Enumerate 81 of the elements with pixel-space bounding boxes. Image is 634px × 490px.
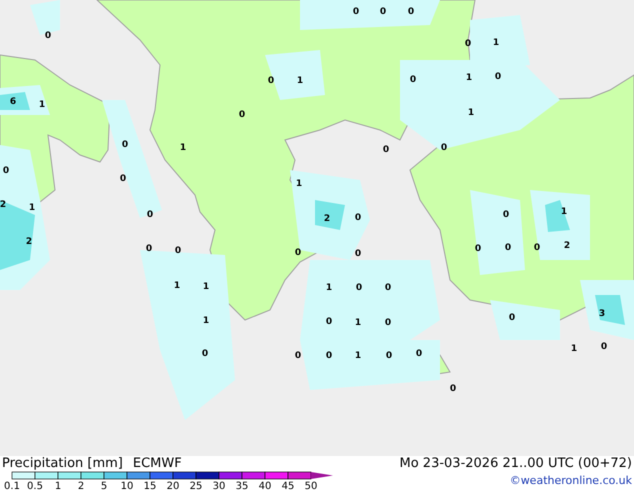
precip-value: 1 [180, 143, 186, 153]
valid-time: Mo 23-03-2026 21..00 UTC (00+72) [400, 456, 632, 471]
precip-value: 1 [202, 282, 210, 292]
precip-value: 0 [268, 76, 274, 86]
scale-label: 2 [78, 481, 84, 490]
precipitation-area [0, 92, 30, 110]
precip-value: 0 [354, 249, 362, 259]
precip-value: 1 [296, 179, 302, 189]
precip-value: 0 [120, 174, 126, 184]
precip-value: 1 [326, 283, 332, 293]
precip-value: 0 [502, 210, 510, 220]
precip-value: 1 [38, 100, 46, 110]
precip-value: 0 [202, 349, 208, 359]
precip-value: 0 [534, 243, 540, 253]
precip-value: 2 [0, 200, 6, 210]
precip-value: 0 [356, 283, 362, 293]
scale-label: 20 [166, 481, 180, 490]
precip-value: 0 [294, 351, 302, 361]
precip-value: 0 [326, 317, 332, 327]
precipitation-area [595, 295, 625, 325]
precip-value: 0 [494, 72, 502, 82]
precip-value: 2 [26, 237, 32, 247]
precip-value: 1 [560, 207, 568, 217]
precip-value: 1 [492, 38, 500, 48]
scale-label: 1 [54, 481, 62, 490]
scale-label: 50 [304, 481, 318, 490]
precip-value: 0 [326, 351, 332, 361]
precip-value: 0 [508, 313, 516, 323]
precip-value: 0 [504, 243, 512, 253]
precip-value: 0 [464, 39, 472, 49]
precip-value: 0 [474, 244, 482, 254]
precip-value: 0 [408, 7, 414, 17]
precip-value: 0 [384, 318, 392, 328]
scale-label: 40 [258, 481, 272, 490]
precip-value: 1 [466, 73, 472, 83]
precip-value: 0 [354, 213, 362, 223]
precip-value: 1 [354, 351, 362, 361]
precip-value: 1 [28, 203, 36, 213]
precip-value: 1 [468, 108, 474, 118]
precip-value: 1 [570, 344, 578, 354]
precip-value: 0 [416, 349, 422, 359]
precipitation-area [490, 300, 560, 340]
scale-label: 45 [282, 481, 294, 490]
precip-value: 0 [352, 7, 360, 17]
scale-label: 35 [236, 481, 248, 490]
scale-label: 0.5 [27, 481, 43, 490]
precip-value: 0 [146, 244, 152, 254]
precip-value: 1 [296, 76, 304, 86]
precip-value: 0 [440, 143, 448, 153]
scale-label: 10 [120, 481, 134, 490]
precip-value: 0 [146, 210, 154, 220]
scale-label: 25 [190, 481, 202, 490]
precip-value: 0 [380, 7, 386, 17]
precip-value: 2 [324, 214, 330, 224]
precip-value: 0 [450, 384, 456, 394]
precip-value: 3 [598, 309, 606, 319]
precip-value: 0 [44, 31, 52, 41]
precip-value: 1 [174, 281, 180, 291]
precipitation-area [0, 200, 35, 270]
precipitation-area [265, 50, 325, 100]
precip-value: 0 [122, 140, 128, 150]
model-name: ECMWF [132, 456, 182, 471]
precip-value: 1 [354, 318, 362, 328]
precip-value: 0 [386, 351, 392, 361]
precip-value: 6 [10, 97, 16, 107]
precip-value: 0 [600, 342, 608, 352]
precip-value: 2 [564, 241, 570, 251]
precip-value: 0 [382, 145, 390, 155]
precip-value: 0 [410, 75, 416, 85]
precip-value: 0 [174, 246, 182, 256]
precip-value: 0 [238, 110, 246, 120]
scale-label: 0.1 [4, 481, 20, 490]
scale-label: 15 [144, 481, 156, 490]
legend-title: Precipitation [mm] [2, 456, 123, 471]
precip-value: 1 [202, 316, 210, 326]
precip-value: 0 [294, 248, 302, 258]
precip-value: 0 [384, 283, 392, 293]
credit-link[interactable]: ©weatheronline.co.uk [510, 473, 632, 488]
scale-label: 5 [100, 481, 108, 490]
scale-label: 30 [212, 481, 226, 490]
precip-value: 0 [2, 166, 10, 176]
